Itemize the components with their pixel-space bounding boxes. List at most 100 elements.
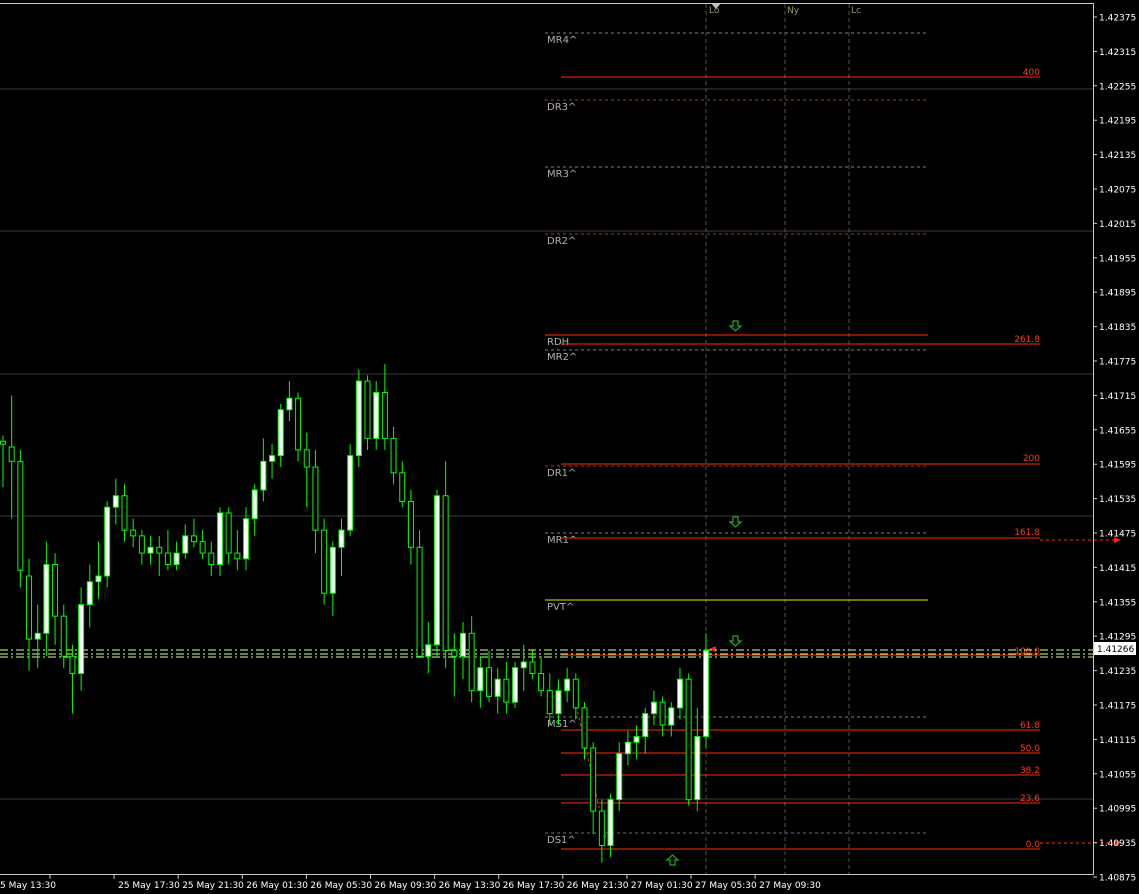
time-tick-label: 27 May 01:30	[631, 881, 693, 891]
candle-body	[633, 736, 640, 743]
candle-body	[624, 741, 631, 755]
candle-body	[269, 455, 276, 462]
candle-body	[572, 678, 579, 709]
candle	[512, 662, 519, 708]
candle-body	[433, 495, 440, 646]
candle-body	[286, 397, 293, 411]
price-tick-label: 1.40995	[1099, 805, 1136, 815]
candle-body	[312, 466, 319, 531]
candle-body	[668, 707, 675, 726]
fib-label-23-6: 23.6	[1020, 794, 1040, 804]
candle-body	[503, 678, 510, 703]
candle	[347, 444, 354, 536]
candle-body	[486, 667, 493, 697]
candle-body	[121, 495, 128, 531]
candle-body	[642, 713, 649, 738]
pivot-label-mr4: MR4^	[547, 35, 577, 46]
candle-body	[234, 552, 241, 560]
pivot-label-mr3: MR3^	[547, 169, 577, 180]
candle-body	[8, 446, 15, 462]
price-tick-label: 1.41475	[1099, 530, 1136, 540]
fib-label-61-8: 61.8	[1020, 721, 1040, 731]
candle-body	[225, 512, 232, 554]
candle-body	[459, 632, 466, 657]
candle-body	[147, 546, 154, 554]
candle-body	[251, 489, 258, 520]
pivot-label-dr2: DR2^	[547, 236, 576, 247]
fib-label-400: 400	[1023, 68, 1040, 78]
candle-body	[407, 500, 414, 548]
candle-body	[529, 661, 536, 674]
time-tick-label: 25 May 21:30	[182, 881, 244, 891]
pivot-label-dr1: DR1^	[547, 468, 576, 479]
candle-body	[616, 753, 623, 801]
price-tick-label: 1.42195	[1099, 117, 1136, 127]
candle-body	[34, 632, 41, 640]
price-tick-label: 1.41655	[1099, 426, 1136, 436]
candle-body	[590, 747, 597, 812]
fib-label-38-2: 38.2	[1020, 766, 1040, 776]
fib-label-261-8: 261.8	[1014, 335, 1040, 345]
candle-body	[164, 552, 171, 566]
candle-body	[477, 667, 484, 692]
pivot-label-pvt: PVT^	[547, 602, 574, 613]
price-tick-label: 1.42015	[1099, 220, 1136, 230]
candle	[17, 449, 24, 588]
candle-body	[390, 437, 397, 474]
candle-body	[138, 535, 145, 554]
time-tick-label: 26 May 01:30	[246, 881, 308, 891]
candle-body	[347, 455, 354, 531]
candle-body	[546, 690, 553, 715]
candle-body	[564, 678, 571, 692]
candle-body	[277, 409, 284, 457]
price-tick-label: 1.42315	[1099, 48, 1136, 58]
fib-label-100: 100.0	[1014, 647, 1040, 657]
candle-body	[520, 661, 527, 669]
pivot-label-mr1: MR1^	[547, 535, 577, 546]
session-label-lo: Lo	[709, 6, 720, 16]
price-tick-label: 1.41595	[1099, 461, 1136, 471]
price-tick-label: 1.41175	[1099, 702, 1136, 712]
pivot-label-dr3: DR3^	[547, 102, 576, 113]
candle-body	[659, 701, 666, 726]
candle-body	[52, 564, 59, 617]
candle-body	[130, 529, 137, 537]
candle-body	[442, 495, 449, 652]
candle-body	[703, 650, 709, 738]
candle-body	[104, 506, 111, 577]
candle-body	[538, 672, 545, 692]
time-tick-label: 27 May 09:30	[759, 881, 821, 891]
fib-label-200: 200	[1023, 454, 1040, 464]
candle-body	[295, 397, 302, 451]
candle-body	[95, 575, 102, 583]
price-tick-label: 1.40935	[1099, 839, 1136, 849]
pivot-label-mr2: MR2^	[547, 352, 577, 363]
price-tick-label: 1.41295	[1099, 633, 1136, 643]
candle-body	[0, 440, 6, 445]
candle-body	[60, 615, 67, 657]
current-price-label: 1.41266	[1097, 645, 1134, 655]
pivot-label-ms1: MS1^	[547, 719, 577, 730]
candle-body	[329, 546, 336, 594]
candle-body	[451, 650, 458, 657]
candle	[364, 375, 371, 450]
price-chart[interactable]: Lo Ny Lc MR4^ DR3^ MR3^ DR2^ RDH MR2^ DR…	[0, 0, 1139, 894]
candle	[104, 501, 111, 588]
time-tick-label: 26 May 09:30	[375, 881, 437, 891]
price-tick-label: 1.41715	[1099, 392, 1136, 402]
candle-body	[208, 552, 215, 566]
candle-body	[607, 799, 614, 846]
candle-body	[468, 632, 475, 692]
session-label-ny: Ny	[787, 6, 800, 16]
candle-body	[581, 707, 588, 749]
candle-body	[190, 535, 197, 543]
candle-body	[364, 380, 371, 439]
fib-label-161-8: 161.8	[1014, 528, 1040, 538]
candle-body	[494, 678, 501, 697]
candle-body	[17, 460, 24, 571]
candle-body	[694, 736, 701, 801]
candle-body	[685, 678, 692, 801]
candle-body	[243, 518, 250, 560]
price-tick-label: 1.41835	[1099, 323, 1136, 333]
time-tick-label: 5 May 13:30	[0, 881, 56, 891]
